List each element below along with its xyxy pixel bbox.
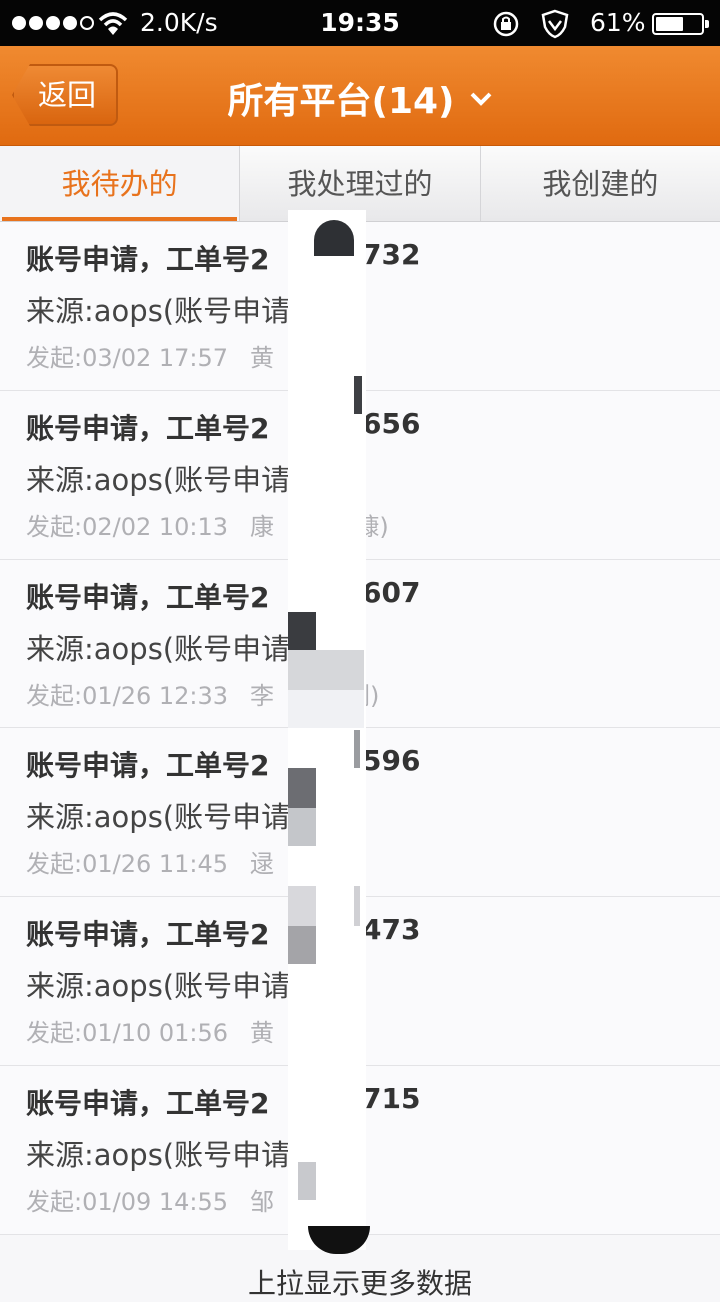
ticket-time: 发起:01/10 01:56 [26, 1019, 229, 1048]
ticket-meta: 发起:01/26 12:33 李 [26, 676, 274, 711]
tab-my-created[interactable]: 我创建的 [481, 146, 720, 221]
rotation-lock-icon [493, 11, 519, 37]
ticket-number-suffix: 596 [362, 744, 421, 778]
navigation-bar: 返回 所有平台(14) [0, 46, 720, 146]
ticket-title: 账号申请，工单号2 [26, 1086, 270, 1120]
ticket-title: 账号申请，工单号2 [26, 411, 270, 445]
ticket-initiator: 康 [250, 512, 275, 541]
ticket-time: 发起:03/02 17:57 [26, 344, 229, 372]
ticket-title: 账号申请，工单号2 [26, 580, 270, 614]
chevron-down-icon [470, 92, 491, 106]
ticket-time: 发起:01/26 12:33 [26, 681, 229, 710]
ticket-meta: 发起:01/26 11:45 逯 [26, 844, 274, 879]
ticket-initiator: 黄 [250, 1019, 275, 1048]
tab-my-todo[interactable]: 我待办的 [0, 146, 241, 221]
ticket-title: 账号申请，工单号2 [26, 918, 270, 952]
battery-percent: 61% [590, 8, 646, 37]
ticket-meta: 发起:03/02 17:57 黄 [26, 338, 274, 373]
ticket-number-suffix: 473 [362, 913, 421, 947]
redaction-overlay [288, 210, 370, 1254]
ticket-number-suffix: 656 [362, 406, 421, 440]
ticket-title: 账号申请，工单号2 [26, 243, 270, 276]
ticket-meta: 发起:01/09 14:55 邹 [26, 1182, 274, 1217]
ticket-meta: 发起:01/10 01:56 黄 [26, 1013, 274, 1048]
ticket-initiator: 邹 [250, 1187, 275, 1216]
ticket-initiator: 黄 [250, 344, 275, 372]
status-bar: 2.0K/s 19:35 61% [0, 0, 720, 46]
ticket-source: 来源:aops(账号申请 [26, 462, 291, 497]
ticket-title: 账号申请，工单号2 [26, 749, 270, 783]
ticket-source: 来源:aops(账号申请 [26, 969, 291, 1004]
ticket-source: 来源:aops(账号申请 [26, 631, 291, 666]
ticket-source: 来源:aops(账号申请 [26, 800, 291, 835]
ticket-time: 发起:01/26 11:45 [26, 850, 229, 879]
ticket-meta: 发起:02/02 10:13 康 [26, 507, 274, 542]
ticket-number-suffix: 715 [362, 1081, 421, 1115]
ticket-number-suffix: 732 [362, 238, 421, 271]
ticket-time: 发起:02/02 10:13 [26, 512, 229, 541]
ticket-number-suffix: 607 [362, 575, 421, 609]
page-title: 所有平台(14) [227, 81, 455, 122]
ticket-initiator: 李 [250, 681, 275, 710]
shield-icon [541, 9, 569, 39]
load-more-hint: 上拉显示更多数据 [247, 1267, 472, 1300]
ticket-source: 来源:aops(账号申请 [26, 1137, 291, 1172]
ticket-time: 发起:01/09 14:55 [26, 1187, 229, 1216]
platform-selector[interactable]: 所有平台(14) [0, 72, 720, 124]
ticket-source: 来源:aops(账号申请 [26, 294, 291, 328]
ticket-initiator: 逯 [250, 850, 275, 879]
battery-icon [652, 13, 709, 35]
